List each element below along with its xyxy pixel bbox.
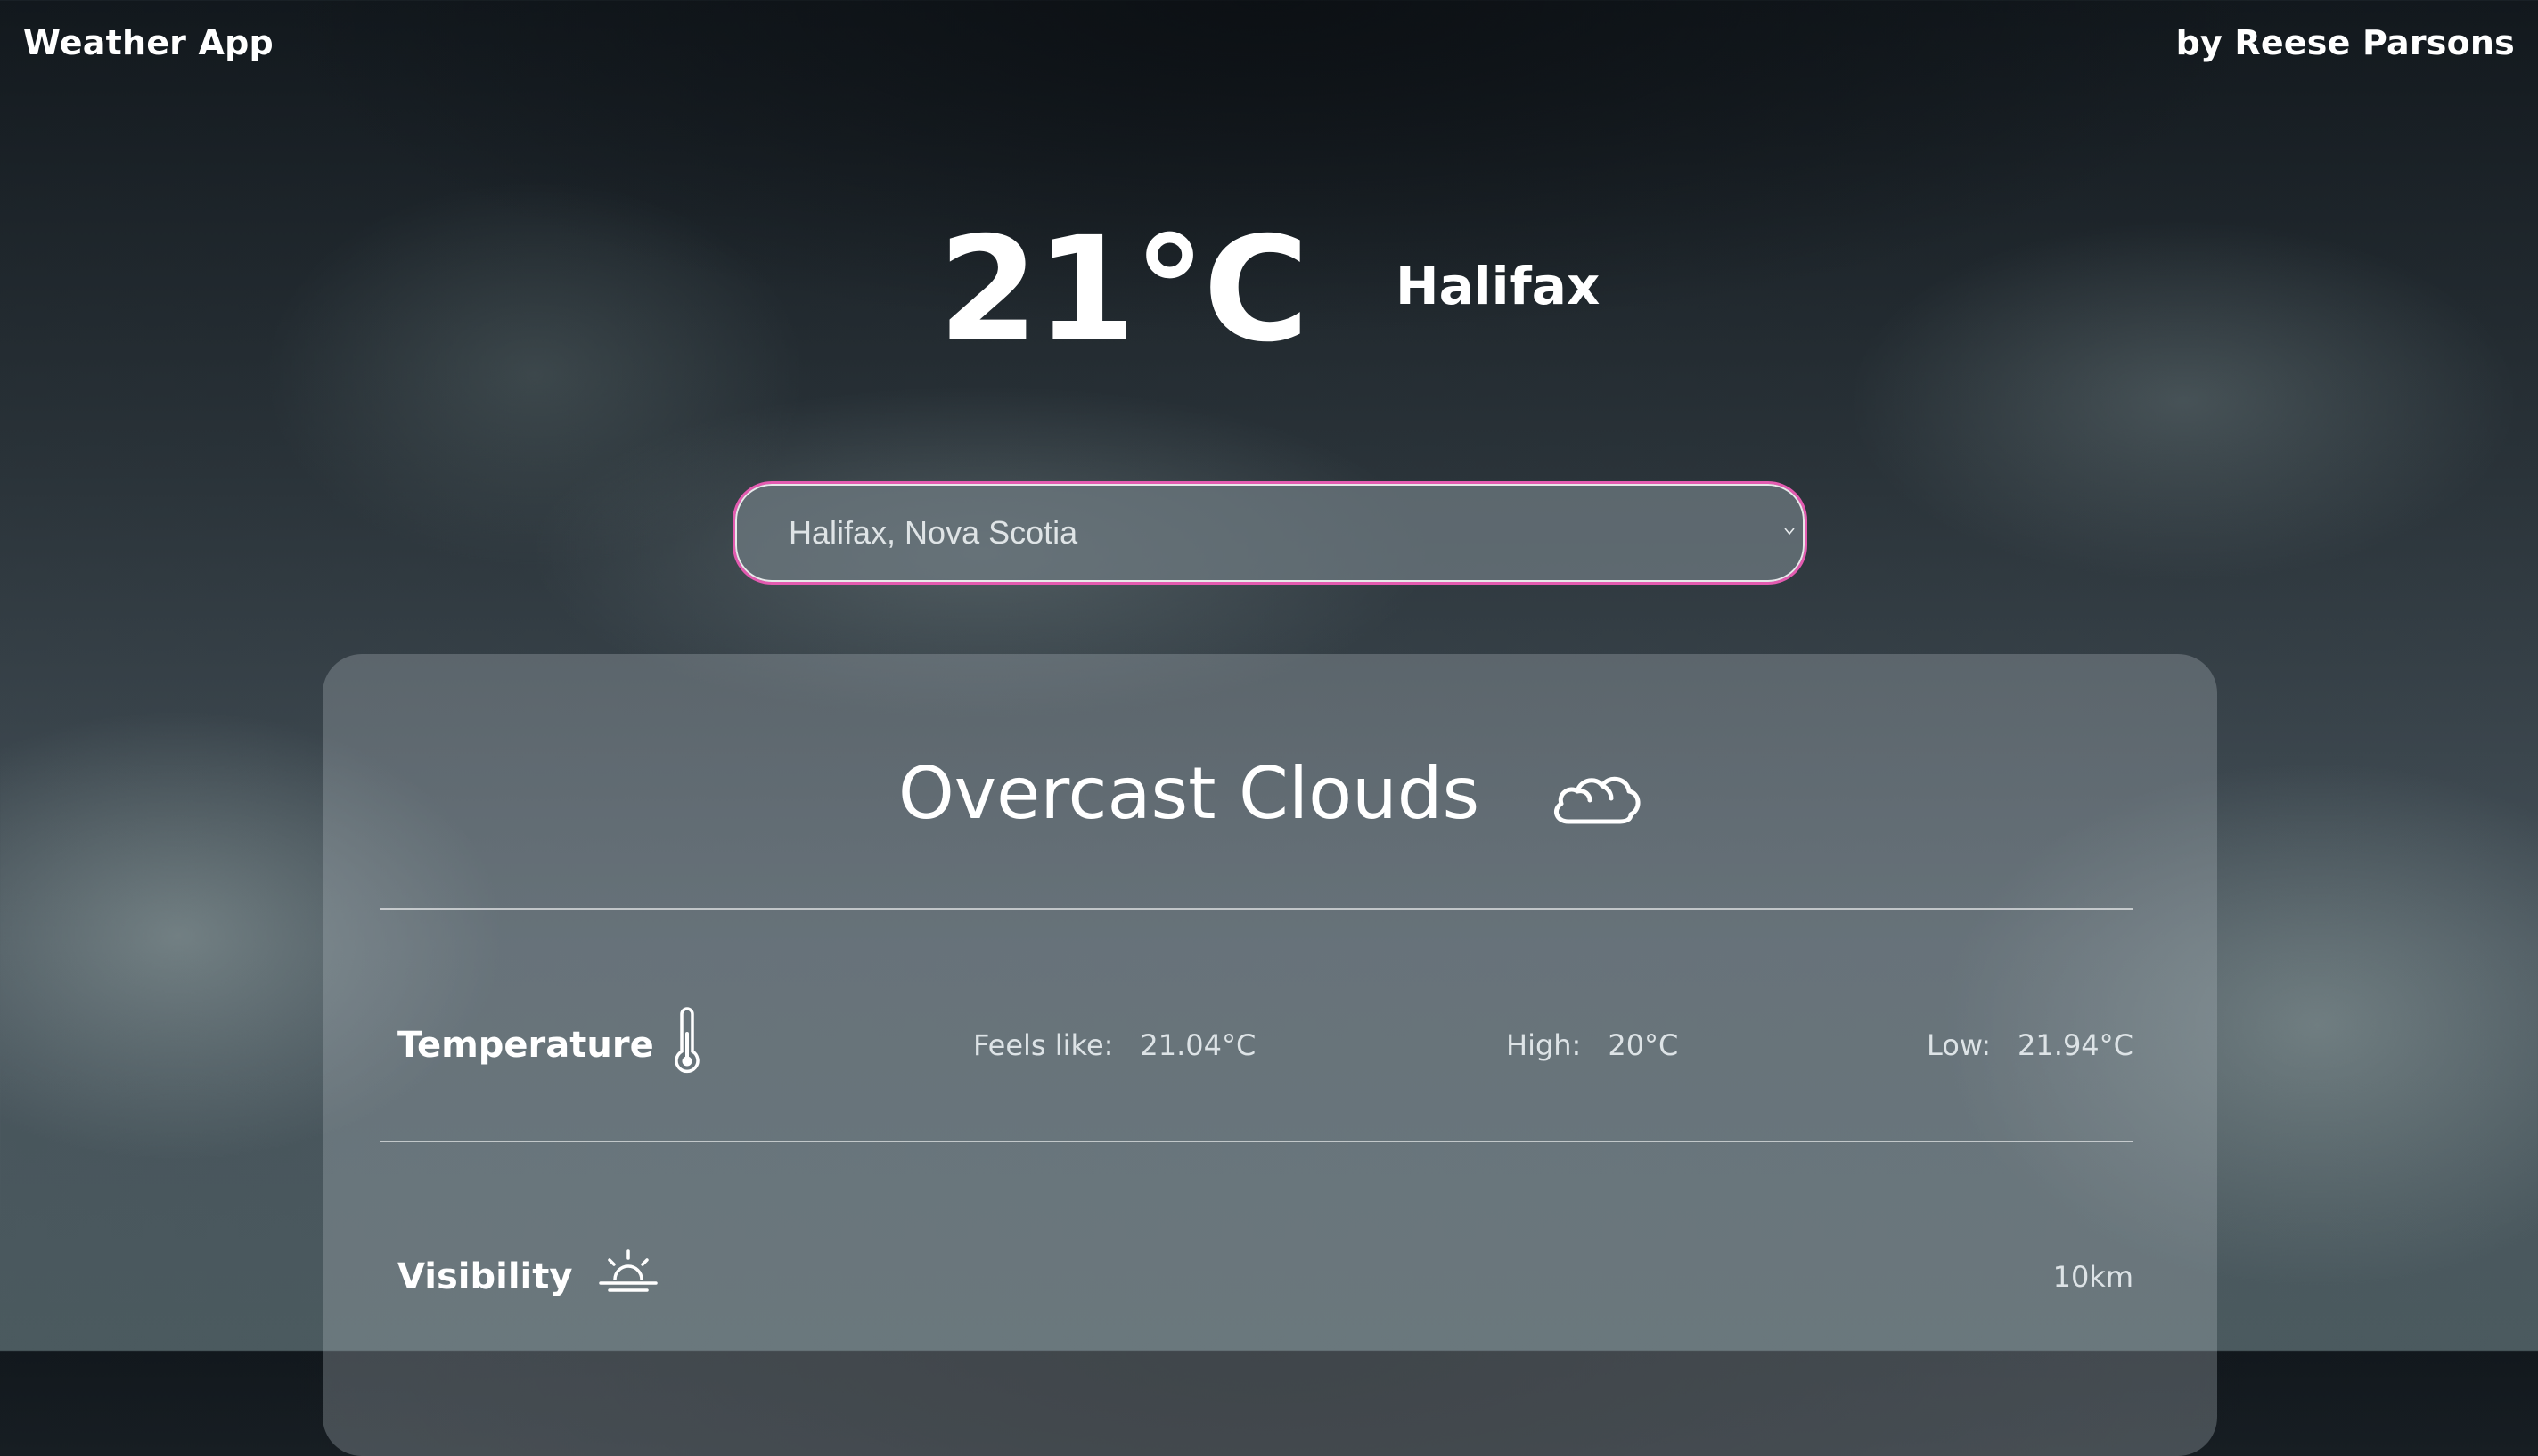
current-weather-hero: 21°C Halifax: [0, 218, 2538, 363]
visibility-row: Visibility 10km: [397, 1239, 2133, 1310]
temperature-label: Temperature: [397, 1025, 654, 1066]
high-label: High:: [1506, 1028, 1582, 1062]
thermometer-icon: [675, 1007, 700, 1074]
temperature-row: Temperature Feels like: 21.04°C High: 20°C…: [397, 1007, 2133, 1078]
visibility-value: 10km: [2052, 1260, 2133, 1294]
low-value: 21.94°C: [2018, 1028, 2133, 1062]
cloud-icon: [1554, 776, 1641, 823]
chevron-down-icon: [1784, 528, 1795, 536]
high-value: 20°C: [1608, 1028, 1679, 1062]
low-metric: Low: 21.94°C: [1927, 1028, 2133, 1062]
location-select[interactable]: Halifax, Nova Scotia: [733, 481, 1807, 585]
weather-details-card: Overcast Clouds Temperature Feels like: 2…: [323, 654, 2217, 1456]
current-temperature: 21°C: [937, 207, 1309, 374]
condition-header: Overcast Clouds: [323, 752, 2217, 835]
location-select-value: Halifax, Nova Scotia: [789, 514, 1078, 551]
condition-description: Overcast Clouds: [897, 752, 1480, 835]
visibility-label: Visibility: [397, 1256, 573, 1297]
divider: [380, 1141, 2133, 1142]
author-credit: by Reese Parsons: [2175, 23, 2515, 62]
low-label: Low:: [1927, 1028, 1992, 1062]
feels-like-metric: Feels like: 21.04°C: [973, 1028, 1256, 1062]
feels-like-value: 21.04°C: [1140, 1028, 1257, 1062]
divider: [380, 908, 2133, 910]
current-city: Halifax: [1396, 256, 1601, 316]
high-metric: High: 20°C: [1506, 1028, 1678, 1062]
app-title: Weather App: [23, 23, 274, 62]
sunrise-icon: [599, 1249, 658, 1292]
feels-like-label: Feels like:: [973, 1028, 1114, 1062]
